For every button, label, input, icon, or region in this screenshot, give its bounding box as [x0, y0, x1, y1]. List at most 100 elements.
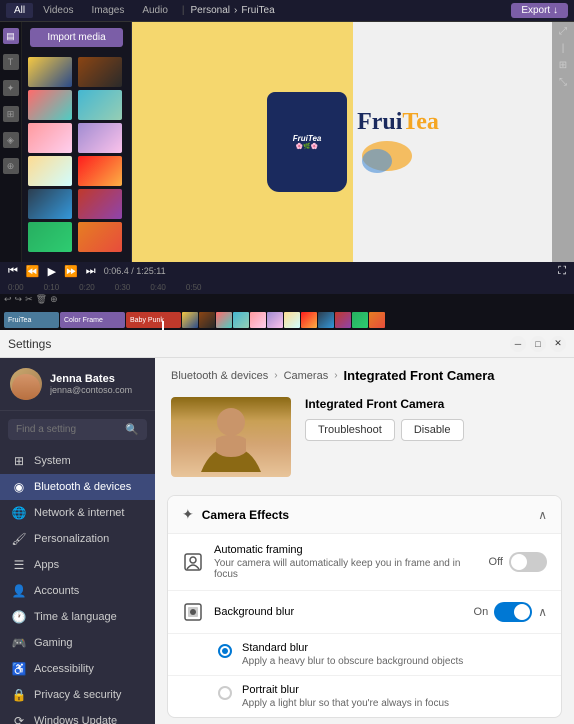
timeline-playhead[interactable] — [162, 321, 164, 330]
transition-icon[interactable]: ◈ — [3, 132, 19, 148]
media-thumb-9[interactable] — [28, 189, 72, 219]
clip-fruitea[interactable]: FruiTea — [4, 312, 59, 328]
tl-redo-icon[interactable]: ↪ — [15, 294, 23, 305]
strip-thumb-7[interactable] — [284, 312, 300, 328]
clip-color[interactable]: Color Frame — [60, 312, 125, 328]
bg-blur-chevron-icon[interactable]: ∧ — [538, 605, 547, 619]
tab-images[interactable]: Images — [84, 3, 133, 18]
preview-canvas: FruiTea 🌸🌿🌸 FruiTea — [132, 22, 574, 262]
breadcrumb-bluetooth[interactable]: Bluetooth & devices — [171, 370, 268, 382]
sidebar-label-update: Windows Update — [34, 715, 117, 724]
standard-blur-radio[interactable] — [218, 644, 232, 658]
sidebar-item-accounts[interactable]: 👤 Accounts — [0, 578, 155, 604]
auto-framing-toggle[interactable] — [509, 552, 547, 572]
strip-thumb-1[interactable] — [182, 312, 198, 328]
media-thumb-12[interactable] — [78, 222, 122, 252]
nav-items: ⊞ System ◉ Bluetooth & devices 🌐 Network… — [0, 448, 155, 724]
bg-blur-toggle[interactable] — [494, 602, 532, 622]
minimize-button[interactable]: ─ — [510, 336, 526, 352]
tab-audio[interactable]: Audio — [134, 3, 176, 18]
close-button[interactable]: ✕ — [550, 336, 566, 352]
media-thumb-8[interactable] — [78, 156, 122, 186]
sidebar-item-privacy[interactable]: 🔒 Privacy & security — [0, 682, 155, 708]
portrait-blur-radio[interactable] — [218, 686, 232, 700]
sidebar-item-apps[interactable]: ☰ Apps — [0, 552, 155, 578]
tl-split-icon[interactable]: ⊕ — [50, 294, 58, 305]
tl-undo-icon[interactable]: ↩ — [4, 294, 12, 305]
media-thumb-2[interactable] — [78, 57, 122, 87]
zoom-icon[interactable]: ⊞ — [559, 60, 567, 71]
expand-icon[interactable]: ⤡ — [559, 77, 567, 88]
import-media-button[interactable]: Import media — [30, 28, 123, 47]
ruler-mark-5: 0:50 — [186, 283, 202, 292]
crop-icon[interactable]: ⤢ — [559, 26, 567, 37]
text-icon[interactable]: T — [3, 54, 19, 70]
split-icon[interactable]: | — [562, 43, 565, 54]
media-thumb-1[interactable] — [28, 57, 72, 87]
sidebar-item-accessibility[interactable]: ♿ Accessibility — [0, 656, 155, 682]
overlay-icon[interactable]: ⊕ — [3, 158, 19, 174]
sidebar-item-network[interactable]: 🌐 Network & internet — [0, 500, 155, 526]
fast-forward-icon[interactable]: ⏩ — [64, 265, 78, 278]
camera-name: Integrated Front Camera — [305, 397, 558, 411]
export-button[interactable]: Export ↓ — [511, 3, 568, 18]
sidebar-item-bluetooth[interactable]: ◉ Bluetooth & devices — [0, 474, 155, 500]
strip-thumb-9[interactable] — [318, 312, 334, 328]
effects-icon[interactable]: ✦ — [3, 80, 19, 96]
sidebar-item-time[interactable]: 🕐 Time & language — [0, 604, 155, 630]
sidebar-label-gaming: Gaming — [34, 637, 73, 649]
standard-blur-option[interactable]: Standard blur Apply a heavy blur to obsc… — [168, 634, 561, 676]
tl-cut-icon[interactable]: ✂ — [25, 294, 33, 305]
tl-delete-icon[interactable]: 🗑 — [36, 294, 47, 305]
rewind-icon[interactable]: ⏪ — [26, 265, 40, 278]
sidebar-item-update[interactable]: ⟳ Windows Update — [0, 708, 155, 724]
camera-person-image — [171, 397, 291, 477]
media-thumb-6[interactable] — [78, 123, 122, 153]
troubleshoot-button[interactable]: Troubleshoot — [305, 419, 395, 441]
bluetooth-icon: ◉ — [12, 480, 26, 494]
user-name: Jenna Bates — [50, 373, 132, 385]
media-thumb-4[interactable] — [78, 90, 122, 120]
breadcrumb-cameras[interactable]: Cameras — [284, 370, 329, 382]
fullscreen-icon[interactable]: ⛶ — [558, 265, 566, 278]
disable-button[interactable]: Disable — [401, 419, 464, 441]
sidebar-item-personalization[interactable]: 🖌 Personalization — [0, 526, 155, 552]
media-icon[interactable]: ▤ — [3, 28, 19, 44]
media-thumb-5[interactable] — [28, 123, 72, 153]
strip-thumb-2[interactable] — [199, 312, 215, 328]
play-icon[interactable]: ▶ — [48, 265, 56, 278]
breadcrumb-fruitea[interactable]: FruiTea — [241, 5, 274, 16]
bg-blur-title: Background blur — [214, 606, 464, 618]
strip-thumb-10[interactable] — [335, 312, 351, 328]
clip-baby[interactable]: Baby Punk — [126, 312, 181, 328]
sidebar-item-gaming[interactable]: 🎮 Gaming — [0, 630, 155, 656]
strip-thumb-8[interactable] — [301, 312, 317, 328]
media-thumb-10[interactable] — [78, 189, 122, 219]
strip-thumb-6[interactable] — [267, 312, 283, 328]
camera-info: Integrated Front Camera Troubleshoot Dis… — [305, 397, 558, 441]
strip-thumb-5[interactable] — [250, 312, 266, 328]
media-thumb-7[interactable] — [28, 156, 72, 186]
tab-all[interactable]: All — [6, 3, 33, 18]
search-input[interactable] — [16, 424, 119, 435]
portrait-blur-option[interactable]: Portrait blur Apply a light blur so that… — [168, 676, 561, 717]
sidebar-item-system[interactable]: ⊞ System — [0, 448, 155, 474]
editor-section: All Videos Images Audio | Personal › Fru… — [0, 0, 574, 330]
effects-panel-header[interactable]: ✦ Camera Effects ∧ — [168, 496, 561, 534]
skip-forward-icon[interactable]: ⏭ — [86, 265, 96, 278]
settings-content: Bluetooth & devices › Cameras › Integrat… — [155, 358, 574, 724]
breadcrumb-personal[interactable]: Personal — [191, 5, 230, 16]
search-box[interactable]: 🔍 — [8, 419, 147, 440]
strip-thumb-12[interactable] — [369, 312, 385, 328]
media-thumb-3[interactable] — [28, 90, 72, 120]
maximize-button[interactable]: □ — [530, 336, 546, 352]
left-sidebar: ▤ T ✦ ⊞ ◈ ⊕ — [0, 22, 22, 262]
filter-icon[interactable]: ⊞ — [3, 106, 19, 122]
tab-videos[interactable]: Videos — [35, 3, 81, 18]
media-thumb-11[interactable] — [28, 222, 72, 252]
strip-thumb-3[interactable] — [216, 312, 232, 328]
strip-thumb-11[interactable] — [352, 312, 368, 328]
skip-back-icon[interactable]: ⏮ — [8, 265, 18, 278]
settings-body: Jenna Bates jenna@contoso.com 🔍 ⊞ System — [0, 358, 574, 724]
strip-thumb-4[interactable] — [233, 312, 249, 328]
